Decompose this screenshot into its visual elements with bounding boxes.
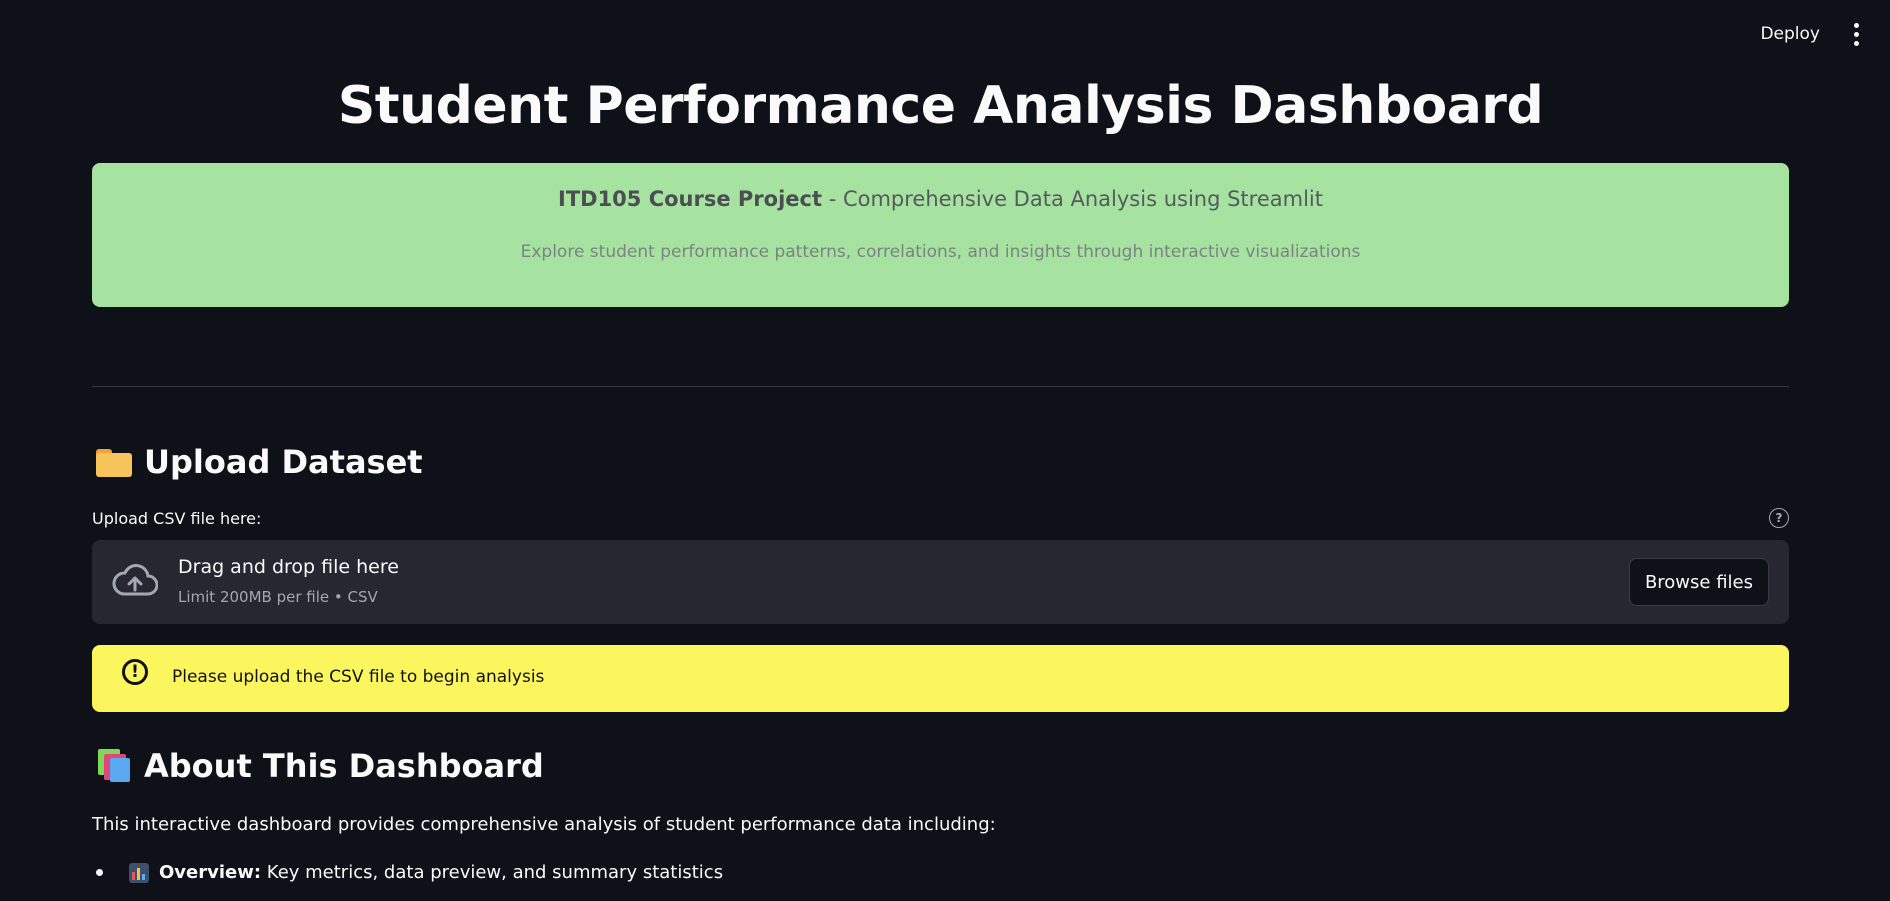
banner-course-line: ITD105 Course Project - Comprehensive Da… [92, 187, 1789, 211]
about-intro-text: This interactive dashboard provides comp… [92, 814, 996, 835]
browse-files-button[interactable]: Browse files [1628, 558, 1769, 606]
upload-warning-alert: ! Please upload the CSV file to begin an… [92, 645, 1789, 712]
list-item-label: Overview: [159, 862, 262, 883]
upload-field-label: Upload CSV file here: [92, 509, 262, 528]
warning-text: Please upload the CSV file to begin anal… [172, 667, 545, 687]
feature-list: Overview: Key metrics, data preview, and… [92, 862, 723, 883]
cloud-upload-icon [112, 562, 159, 604]
deploy-button[interactable]: Deploy [1754, 23, 1826, 45]
dropzone-title: Drag and drop file here [178, 556, 399, 578]
list-item: Overview: Key metrics, data preview, and… [92, 862, 723, 883]
about-heading-text: About This Dashboard [144, 747, 544, 785]
section-divider [92, 386, 1789, 387]
banner-subtitle: Explore student performance patterns, co… [520, 242, 1361, 262]
bullet-dot [96, 869, 103, 876]
upload-section-heading: Upload Dataset [96, 443, 423, 481]
bar-chart-icon [129, 862, 149, 883]
about-section-heading: About This Dashboard [96, 747, 544, 785]
file-dropzone[interactable]: Drag and drop file here Limit 200MB per … [92, 540, 1789, 624]
folder-icon [96, 447, 132, 477]
list-item-description: Key metrics, data preview, and summary s… [261, 862, 724, 883]
books-icon [96, 749, 132, 783]
course-banner: ITD105 Course Project - Comprehensive Da… [92, 163, 1789, 307]
list-item-text: Overview: Key metrics, data preview, and… [159, 862, 723, 883]
upload-heading-text: Upload Dataset [144, 443, 423, 481]
banner-course-name: ITD105 Course Project [558, 187, 823, 211]
dropzone-hint: Limit 200MB per file • CSV [178, 588, 378, 606]
exclamation-circle-icon: ! [122, 659, 148, 685]
help-icon[interactable]: ? [1769, 508, 1789, 528]
kebab-menu-icon[interactable] [1846, 22, 1866, 46]
banner-course-description: - Comprehensive Data Analysis using Stre… [822, 187, 1323, 211]
top-toolbar: Deploy [1754, 0, 1890, 68]
page-title: Student Performance Analysis Dashboard [337, 76, 1544, 136]
